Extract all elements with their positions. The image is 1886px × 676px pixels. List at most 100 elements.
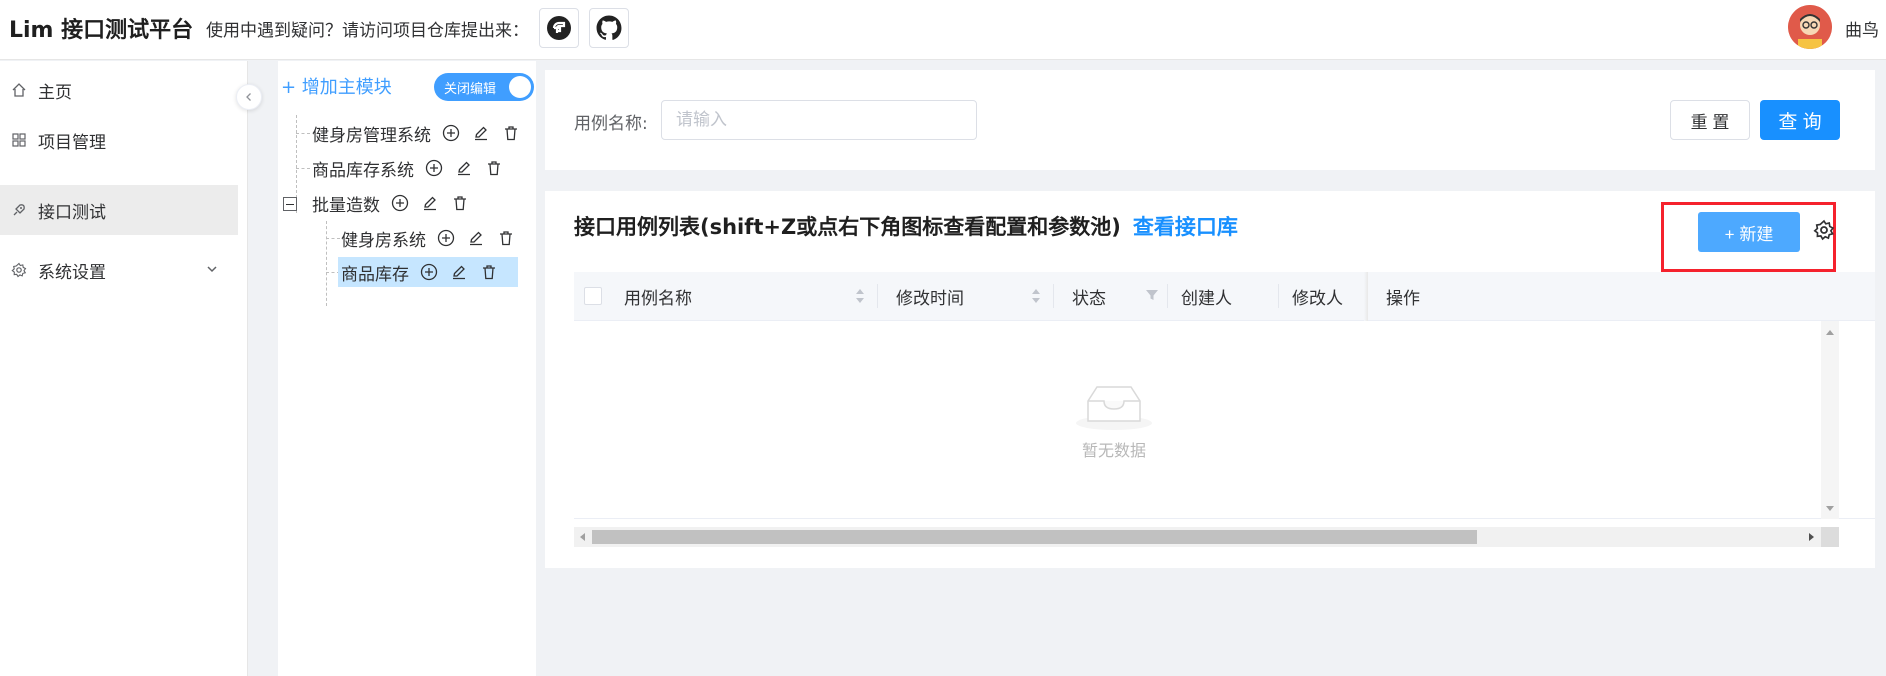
tree-node[interactable]: 健身房管理系统 [312, 118, 521, 148]
module-tree-panel: + 增加主模块 关闭编辑 健身房管理系统 商品库存系统 批量造数 健身房系统 商… [278, 61, 536, 676]
app-logo: Lim 接口测试平台 [9, 18, 194, 43]
column-status[interactable]: 状态 [1072, 272, 1106, 321]
filter-icon[interactable] [1145, 287, 1159, 306]
sidebar-nav: 主页 项目管理 接口测试 系统设置 [0, 61, 248, 676]
collapse-node-icon[interactable] [283, 197, 297, 211]
gitee-icon [547, 16, 571, 40]
horizontal-scrollbar[interactable] [574, 527, 1821, 547]
user-avatar[interactable] [1788, 5, 1832, 49]
edit-icon[interactable] [471, 123, 491, 143]
column-divider [877, 284, 878, 308]
list-title: 接口用例列表(shift+Z或点右下角图标查看配置和参数池) 查看接口库 [574, 211, 1238, 241]
tree-node-label: 健身房管理系统 [312, 125, 431, 146]
tree-node-label: 商品库存系统 [312, 160, 414, 181]
column-label: 修改时间 [896, 289, 964, 309]
column-modified-time[interactable]: 修改时间 [896, 272, 964, 321]
edit-icon[interactable] [449, 262, 469, 282]
column-creator: 创建人 [1181, 272, 1232, 321]
tree-node[interactable]: 商品库存系统 [312, 153, 504, 183]
vertical-scrollbar[interactable] [1821, 321, 1839, 519]
edit-icon[interactable] [420, 193, 440, 213]
github-link[interactable] [589, 8, 629, 48]
sidebar-item-label: 项目管理 [38, 132, 106, 153]
sidebar-collapse-button[interactable] [236, 84, 262, 110]
tree-node-label: 健身房系统 [341, 230, 426, 251]
empty-box-icon [1076, 386, 1152, 430]
search-card: 用例名称: 重 置 查 询 [545, 70, 1875, 170]
sidebar-item-projects[interactable]: 项目管理 [0, 115, 238, 165]
select-all-checkbox[interactable] [584, 287, 602, 305]
gitee-link[interactable] [539, 8, 579, 48]
column-case-name[interactable]: 用例名称 [624, 272, 692, 321]
rocket-icon [10, 201, 28, 219]
case-list-card: 接口用例列表(shift+Z或点右下角图标查看配置和参数池) 查看接口库 + 新建… [545, 191, 1875, 568]
column-label: 用例名称 [624, 289, 692, 309]
delete-icon[interactable] [450, 193, 470, 213]
delete-icon[interactable] [484, 158, 504, 178]
delete-icon[interactable] [479, 262, 499, 282]
column-divider [1053, 284, 1054, 308]
case-name-input[interactable] [661, 100, 977, 140]
sidebar-item-label: 接口测试 [38, 202, 106, 223]
tree-connector [326, 238, 340, 239]
table-header: 用例名称 修改时间 状态 创建人 修改人 操作 [574, 272, 1875, 321]
chevron-left-icon [246, 93, 251, 101]
empty-state: 暂无数据 [1054, 379, 1174, 461]
sidebar-item-settings[interactable]: 系统设置 [0, 245, 238, 295]
switch-label: 关闭编辑 [444, 82, 497, 97]
reset-button[interactable]: 重 置 [1670, 100, 1750, 140]
github-icon [596, 15, 622, 40]
grid-icon [10, 131, 28, 149]
table-body: 暂无数据 [574, 321, 1875, 519]
sort-icon[interactable] [1031, 286, 1041, 310]
tree-connector [296, 168, 310, 169]
add-main-module-button[interactable]: + 增加主模块 [281, 73, 392, 99]
tree-node-selected[interactable]: 商品库存 [338, 257, 518, 287]
sidebar-item-api-test[interactable]: 接口测试 [0, 185, 238, 235]
column-divider [1278, 284, 1279, 308]
case-name-label: 用例名称: [574, 114, 648, 134]
column-label: 操作 [1386, 289, 1420, 309]
avatar-icon [1788, 5, 1832, 49]
list-title-text: 接口用例列表(shift+Z或点右下角图标查看配置和参数池) [574, 215, 1121, 239]
tree-node[interactable]: 健身房系统 [341, 223, 516, 253]
view-api-library-link[interactable]: 查看接口库 [1133, 215, 1238, 239]
switch-knob [509, 76, 531, 98]
column-actions: 操作 [1386, 272, 1420, 321]
settings-gear-icon[interactable] [1813, 219, 1835, 241]
sidebar-item-home[interactable]: 主页 [0, 65, 238, 115]
repo-notice: 使用中遇到疑问？请访问项目仓库提出来： [206, 21, 529, 41]
sort-icon[interactable] [855, 286, 865, 310]
add-circle-icon[interactable] [441, 123, 461, 143]
chevron-down-icon [205, 261, 219, 281]
add-circle-icon[interactable] [424, 158, 444, 178]
add-circle-icon[interactable] [419, 262, 439, 282]
delete-icon[interactable] [501, 123, 521, 143]
gear-icon [10, 261, 28, 279]
tree-node[interactable]: 批量造数 [312, 188, 470, 218]
add-circle-icon[interactable] [436, 228, 456, 248]
scrollbar-corner [1821, 527, 1839, 547]
sidebar-item-label: 主页 [38, 82, 72, 103]
query-button[interactable]: 查 询 [1760, 100, 1840, 140]
edit-icon[interactable] [466, 228, 486, 248]
add-circle-icon[interactable] [390, 193, 410, 213]
user-name[interactable]: 曲鸟 [1845, 16, 1879, 41]
tree-node-label: 商品库存 [341, 264, 409, 285]
delete-icon[interactable] [496, 228, 516, 248]
scrollbar-thumb[interactable] [592, 530, 1477, 544]
column-modifier: 修改人 [1292, 272, 1343, 321]
column-label: 创建人 [1181, 289, 1232, 309]
top-header: Lim 接口测试平台 使用中遇到疑问？请访问项目仓库提出来： 曲鸟 [0, 0, 1886, 60]
tree-node-label: 批量造数 [312, 195, 380, 216]
home-icon [10, 81, 28, 99]
tree-connector [326, 221, 327, 306]
column-divider [1167, 284, 1168, 308]
sidebar-item-label: 系统设置 [38, 262, 106, 283]
empty-text: 暂无数据 [1081, 441, 1146, 460]
edit-mode-switch[interactable]: 关闭编辑 [434, 73, 534, 101]
edit-icon[interactable] [454, 158, 474, 178]
new-case-button[interactable]: + 新建 [1698, 212, 1800, 252]
tree-connector [296, 133, 310, 134]
fixed-column-shadow [1364, 272, 1368, 321]
